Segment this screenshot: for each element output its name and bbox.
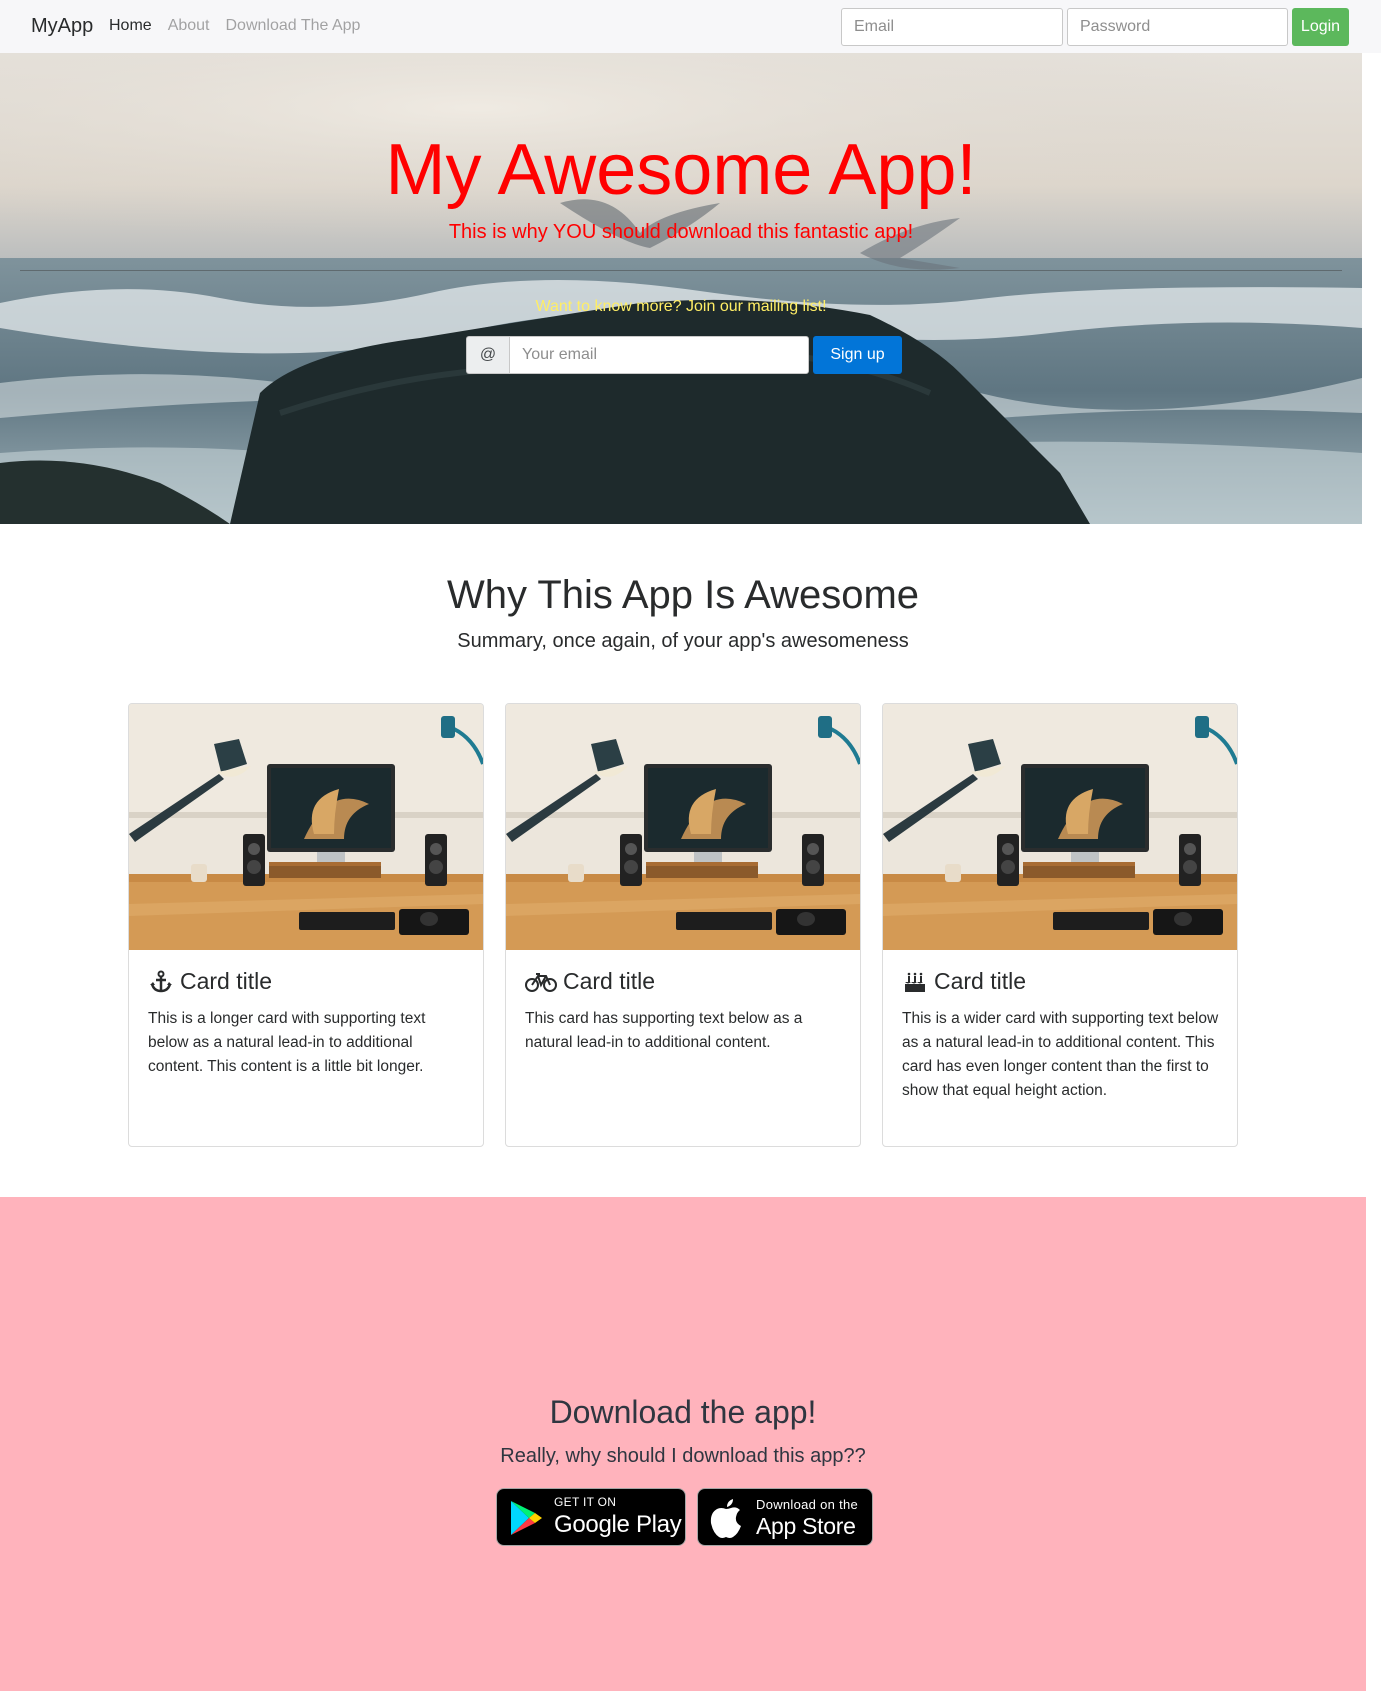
brand-link[interactable]: MyApp — [31, 15, 93, 38]
card-title-1: Card title — [148, 968, 272, 995]
feature-card-2: Card title This card has supporting text… — [505, 703, 861, 1147]
at-addon: @ — [466, 336, 509, 374]
signup-email-input[interactable]: Your email — [509, 336, 809, 374]
hero-subtitle: This is why YOU should download this fan… — [448, 221, 914, 243]
download-subtitle: Really, why should I download this app?? — [500, 1445, 866, 1467]
card-title-text: Card title — [934, 968, 1027, 994]
signup-button[interactable]: Sign up — [813, 336, 902, 374]
feature-card-1: Card title This is a longer card with su… — [128, 703, 484, 1147]
app-store-big-text: App Store — [756, 1513, 856, 1539]
nav-link-download[interactable]: Download The App — [226, 17, 361, 35]
download-title: Download the app! — [549, 1394, 817, 1430]
card-title-text: Card title — [563, 968, 656, 994]
signup-email-placeholder: Your email — [522, 346, 598, 363]
hero-background-image — [0, 53, 1362, 524]
bicycle-icon — [525, 969, 557, 995]
navbar: MyApp Home About Download The App Email … — [0, 0, 1381, 53]
login-email-placeholder: Email — [854, 18, 895, 35]
mailing-list-text: Want to know more? Join our mailing list… — [535, 298, 827, 315]
login-button[interactable]: Login — [1292, 8, 1349, 46]
nav-links: Home About Download The App — [109, 17, 360, 35]
login-password-input[interactable]: Password — [1067, 8, 1288, 46]
google-play-badge[interactable]: GET IT ON Google Play — [496, 1488, 686, 1546]
signup-form: @ Your email Sign up — [466, 336, 902, 374]
card-image — [129, 704, 483, 950]
features-title: Why This App Is Awesome — [446, 573, 920, 617]
app-store-badge[interactable]: Download on the App Store — [697, 1488, 873, 1546]
nav-link-home[interactable]: Home — [109, 17, 152, 35]
login-email-input[interactable]: Email — [841, 8, 1063, 46]
download-section: Download the app! Really, why should I d… — [0, 1197, 1366, 1691]
hero-title: My Awesome App! — [385, 130, 977, 210]
hero-section: My Awesome App! This is why YOU should d… — [0, 53, 1362, 524]
card-text: This is a wider card with supporting tex… — [902, 1010, 1219, 1099]
login-password-placeholder: Password — [1080, 18, 1151, 35]
apple-icon — [710, 1499, 741, 1538]
google-play-icon — [511, 1501, 542, 1535]
nav-link-about[interactable]: About — [168, 17, 210, 35]
anchor-icon — [148, 969, 174, 995]
card-title-2: Card title — [525, 968, 655, 995]
card-title-3: Card title — [902, 968, 1026, 995]
card-title-text: Card title — [180, 968, 273, 994]
card-text: This card has supporting text below as a… — [525, 1010, 803, 1051]
feature-card-3: Card title This is a wider card with sup… — [882, 703, 1238, 1147]
card-image — [506, 704, 860, 950]
card-text: This is a longer card with supporting te… — [148, 1010, 426, 1075]
features-subtitle: Summary, once again, of your app's aweso… — [457, 630, 909, 652]
google-play-big-text: Google Play — [554, 1511, 682, 1538]
app-store-small-text: Download on the — [756, 1497, 859, 1512]
card-image — [883, 704, 1237, 950]
hero-divider — [20, 270, 1342, 271]
birthday-cake-icon — [902, 969, 928, 995]
google-play-small-text: GET IT ON — [554, 1495, 617, 1509]
